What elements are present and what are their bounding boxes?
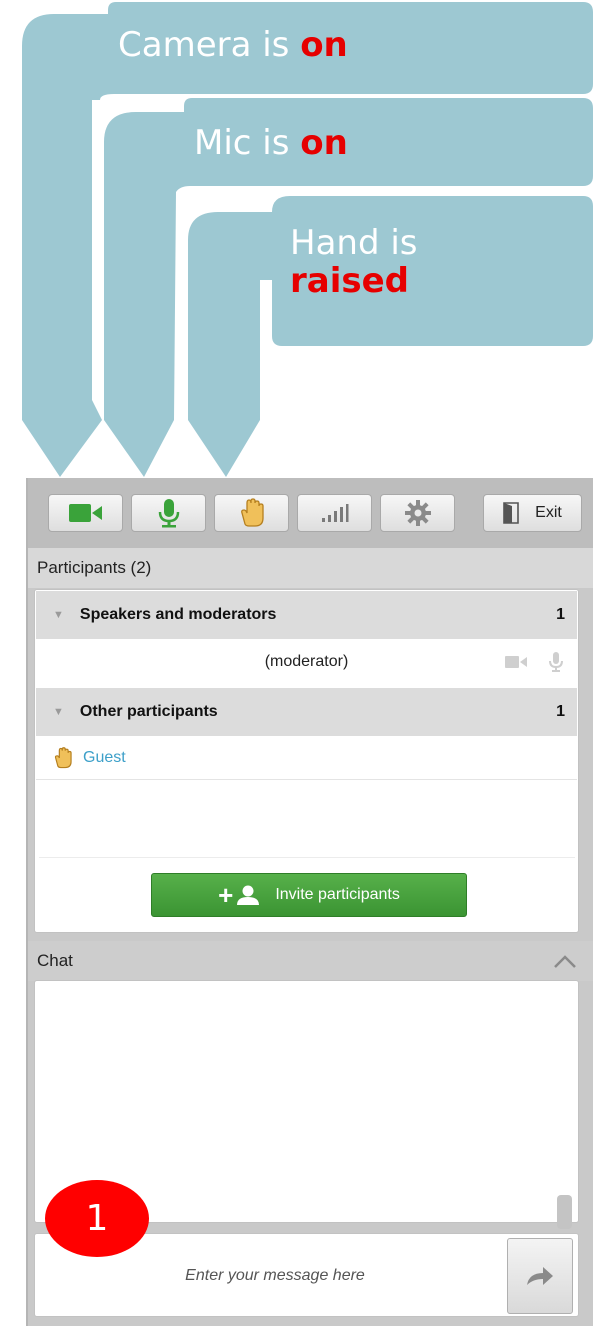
settings-button[interactable]	[380, 494, 455, 532]
raised-hand-icon	[54, 746, 72, 768]
chat-message-input[interactable]	[45, 1246, 505, 1306]
participants-list: ▼ Speakers and moderators 1 (moderator)	[34, 589, 579, 933]
participant-status-icons	[505, 651, 563, 673]
camera-toggle-button[interactable]	[48, 494, 123, 532]
group-name: Speakers and moderators	[79, 606, 277, 623]
toolbar: Exit	[28, 478, 593, 548]
chat-title: Chat	[37, 951, 73, 970]
group-count: 1	[556, 606, 565, 623]
participant-name: Guest	[83, 748, 126, 766]
participant-guest[interactable]: Guest	[36, 736, 577, 780]
divider	[39, 857, 575, 858]
plus-icon: +	[218, 880, 234, 910]
share-arrow-icon	[527, 1267, 553, 1285]
door-icon	[503, 502, 519, 524]
group-other-participants[interactable]: ▼ Other participants 1	[36, 688, 577, 736]
invite-participants-button[interactable]: + Invite participants	[151, 873, 467, 917]
exit-button[interactable]: Exit	[483, 494, 582, 532]
raise-hand-button[interactable]	[214, 494, 289, 532]
mic-toggle-button[interactable]	[131, 494, 206, 532]
video-camera-icon	[68, 504, 102, 522]
video-camera-icon	[505, 656, 527, 668]
microphone-icon	[549, 652, 563, 672]
camera-callout-label: Camera is on	[118, 25, 348, 65]
microphone-icon	[158, 499, 179, 528]
person-icon	[237, 885, 260, 905]
callout-overlay: Camera is on Mic is on Hand is raised	[0, 0, 593, 480]
participants-header: Participants (2)	[28, 548, 593, 588]
connection-quality-button[interactable]	[297, 494, 372, 532]
send-button[interactable]	[507, 1238, 573, 1314]
mic-callout-label: Mic is on	[194, 123, 348, 163]
raised-hand-icon	[240, 498, 264, 527]
chat-header[interactable]: Chat	[28, 941, 593, 981]
collapse-triangle-icon: ▼	[53, 609, 64, 621]
hand-callout-label: Hand is raised	[290, 223, 418, 302]
invite-label: Invite participants	[275, 886, 400, 903]
participant-moderator[interactable]: (moderator)	[36, 640, 577, 684]
group-speakers-moderators[interactable]: ▼ Speakers and moderators 1	[36, 591, 577, 639]
gear-icon	[404, 500, 431, 526]
chat-scrollbar[interactable]	[557, 1195, 572, 1229]
signal-bars-icon	[321, 504, 348, 522]
step-number-badge: 1	[45, 1180, 149, 1257]
collapse-triangle-icon: ▼	[53, 706, 64, 718]
participant-name: (moderator)	[264, 653, 349, 670]
group-count: 1	[556, 703, 565, 720]
group-name: Other participants	[79, 703, 218, 720]
exit-label: Exit	[535, 504, 562, 521]
